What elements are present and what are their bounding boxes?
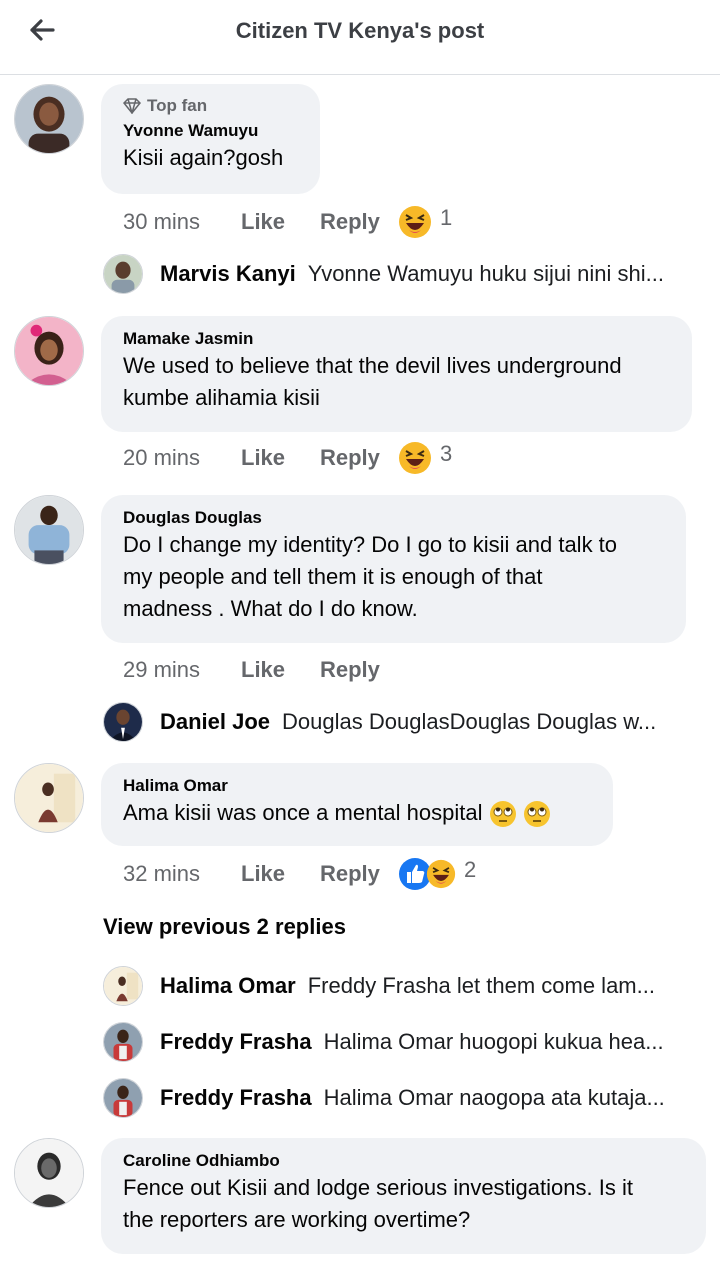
view-previous-replies-link[interactable]: View previous 2 replies <box>103 914 346 940</box>
reaction-count: 1 <box>440 205 453 230</box>
haha-reaction-icon <box>399 442 431 474</box>
comment-text-line: madness . What do I do know. <box>123 596 418 621</box>
reaction-count: 2 <box>464 857 477 882</box>
avatar[interactable] <box>103 254 143 294</box>
reply-preview[interactable]: Halima Omar Freddy Frasha let them come … <box>103 966 655 1006</box>
page-title: Citizen TV Kenya's post <box>235 18 485 43</box>
comment-time: 20 mins <box>123 445 201 470</box>
rolling-eyes-emoji-icon <box>489 801 516 828</box>
comment-actions: 29 mins Like Reply <box>123 650 398 690</box>
comment-bubble: Halima Omar Ama kisii was once a mental … <box>101 763 613 846</box>
like-button[interactable]: Like <box>241 657 320 683</box>
avatar[interactable] <box>14 84 84 154</box>
reply-button[interactable]: Reply <box>320 861 398 887</box>
haha-reaction-icon <box>426 859 456 889</box>
reply-button[interactable]: Reply <box>320 657 398 683</box>
reply-author[interactable]: Freddy Frasha <box>160 1029 312 1055</box>
reply-text: Freddy Frasha let them come lam... <box>307 973 655 998</box>
comment-author[interactable]: Mamake Jasmin <box>123 328 670 350</box>
reaction-count: 3 <box>440 441 453 466</box>
reply-preview[interactable]: Freddy Frasha Halima Omar huogopi kukua … <box>103 1022 664 1062</box>
reply-text: Yvonne Wamuyu huku sijui nini shi... <box>307 261 664 286</box>
avatar[interactable] <box>103 1022 143 1062</box>
rolling-eyes-emoji-icon <box>523 801 550 828</box>
avatar[interactable] <box>14 763 84 833</box>
reply-preview[interactable]: Marvis Kanyi Yvonne Wamuyu huku sijui ni… <box>103 254 664 294</box>
comment-text-line: Do I change my identity? Do I go to kisi… <box>123 532 618 557</box>
comment-actions: 30 mins Like Reply 1 <box>123 202 452 242</box>
comment-author[interactable]: Caroline Odhiambo <box>123 1150 684 1172</box>
comment-text-line: my people and tell them it is enough of … <box>123 564 543 589</box>
comment-text-line: the reporters are working overtime? <box>123 1207 471 1232</box>
comment-actions: 32 mins Like Reply 2 <box>123 854 476 894</box>
like-button[interactable]: Like <box>241 209 320 235</box>
comment-bubble: Top fan Yvonne Wamuyu Kisii again?gosh <box>101 84 320 194</box>
top-bar: Citizen TV Kenya's post <box>0 0 720 75</box>
diamond-icon <box>123 98 141 114</box>
comment-author[interactable]: Yvonne Wamuyu <box>123 120 298 142</box>
comment-text-line: We used to believe that the devil lives … <box>123 353 622 378</box>
comment-time: 30 mins <box>123 209 201 234</box>
avatar[interactable] <box>14 1138 84 1208</box>
like-button[interactable]: Like <box>241 861 320 887</box>
comment-time: 32 mins <box>123 861 201 886</box>
reactions[interactable]: 1 <box>398 205 452 239</box>
avatar[interactable] <box>103 966 143 1006</box>
reply-author[interactable]: Freddy Frasha <box>160 1085 312 1111</box>
reactions[interactable]: 3 <box>398 441 452 475</box>
comment-text: Ama kisii was once a mental hospital <box>123 800 483 825</box>
comment-bubble: Mamake Jasmin We used to believe that th… <box>101 316 692 432</box>
comment-bubble: Douglas Douglas Do I change my identity?… <box>101 495 686 643</box>
comment-text: Kisii again?gosh <box>123 145 284 170</box>
reply-author[interactable]: Marvis Kanyi <box>160 261 296 287</box>
comment-actions: 20 mins Like Reply 3 <box>123 438 452 478</box>
comment-author[interactable]: Douglas Douglas <box>123 507 664 529</box>
reply-preview[interactable]: Daniel Joe Douglas DouglasDouglas Dougla… <box>103 702 656 742</box>
top-fan-badge: Top fan <box>123 96 298 116</box>
reply-author[interactable]: Daniel Joe <box>160 709 270 735</box>
comment-bubble: Caroline Odhiambo Fence out Kisii and lo… <box>101 1138 706 1254</box>
comment-text-line: kumbe alihamia kisii <box>123 385 320 410</box>
haha-reaction-icon <box>399 206 431 238</box>
comment-text-line: Fence out Kisii and lodge serious invest… <box>123 1175 633 1200</box>
avatar[interactable] <box>14 495 84 565</box>
like-button[interactable]: Like <box>241 445 320 471</box>
avatar[interactable] <box>103 702 143 742</box>
reply-text: Halima Omar naogopa ata kutaja... <box>323 1085 665 1110</box>
reply-button[interactable]: Reply <box>320 209 398 235</box>
reply-preview[interactable]: Freddy Frasha Halima Omar naogopa ata ku… <box>103 1078 665 1118</box>
comment-author[interactable]: Halima Omar <box>123 775 591 797</box>
reply-button[interactable]: Reply <box>320 445 398 471</box>
comment-time: 29 mins <box>123 657 201 682</box>
reply-text: Douglas DouglasDouglas Douglas w... <box>282 709 657 734</box>
reply-author[interactable]: Halima Omar <box>160 973 296 999</box>
avatar[interactable] <box>103 1078 143 1118</box>
reply-text: Halima Omar huogopi kukua hea... <box>323 1029 664 1054</box>
avatar[interactable] <box>14 316 84 386</box>
reactions[interactable]: 2 <box>398 857 476 891</box>
